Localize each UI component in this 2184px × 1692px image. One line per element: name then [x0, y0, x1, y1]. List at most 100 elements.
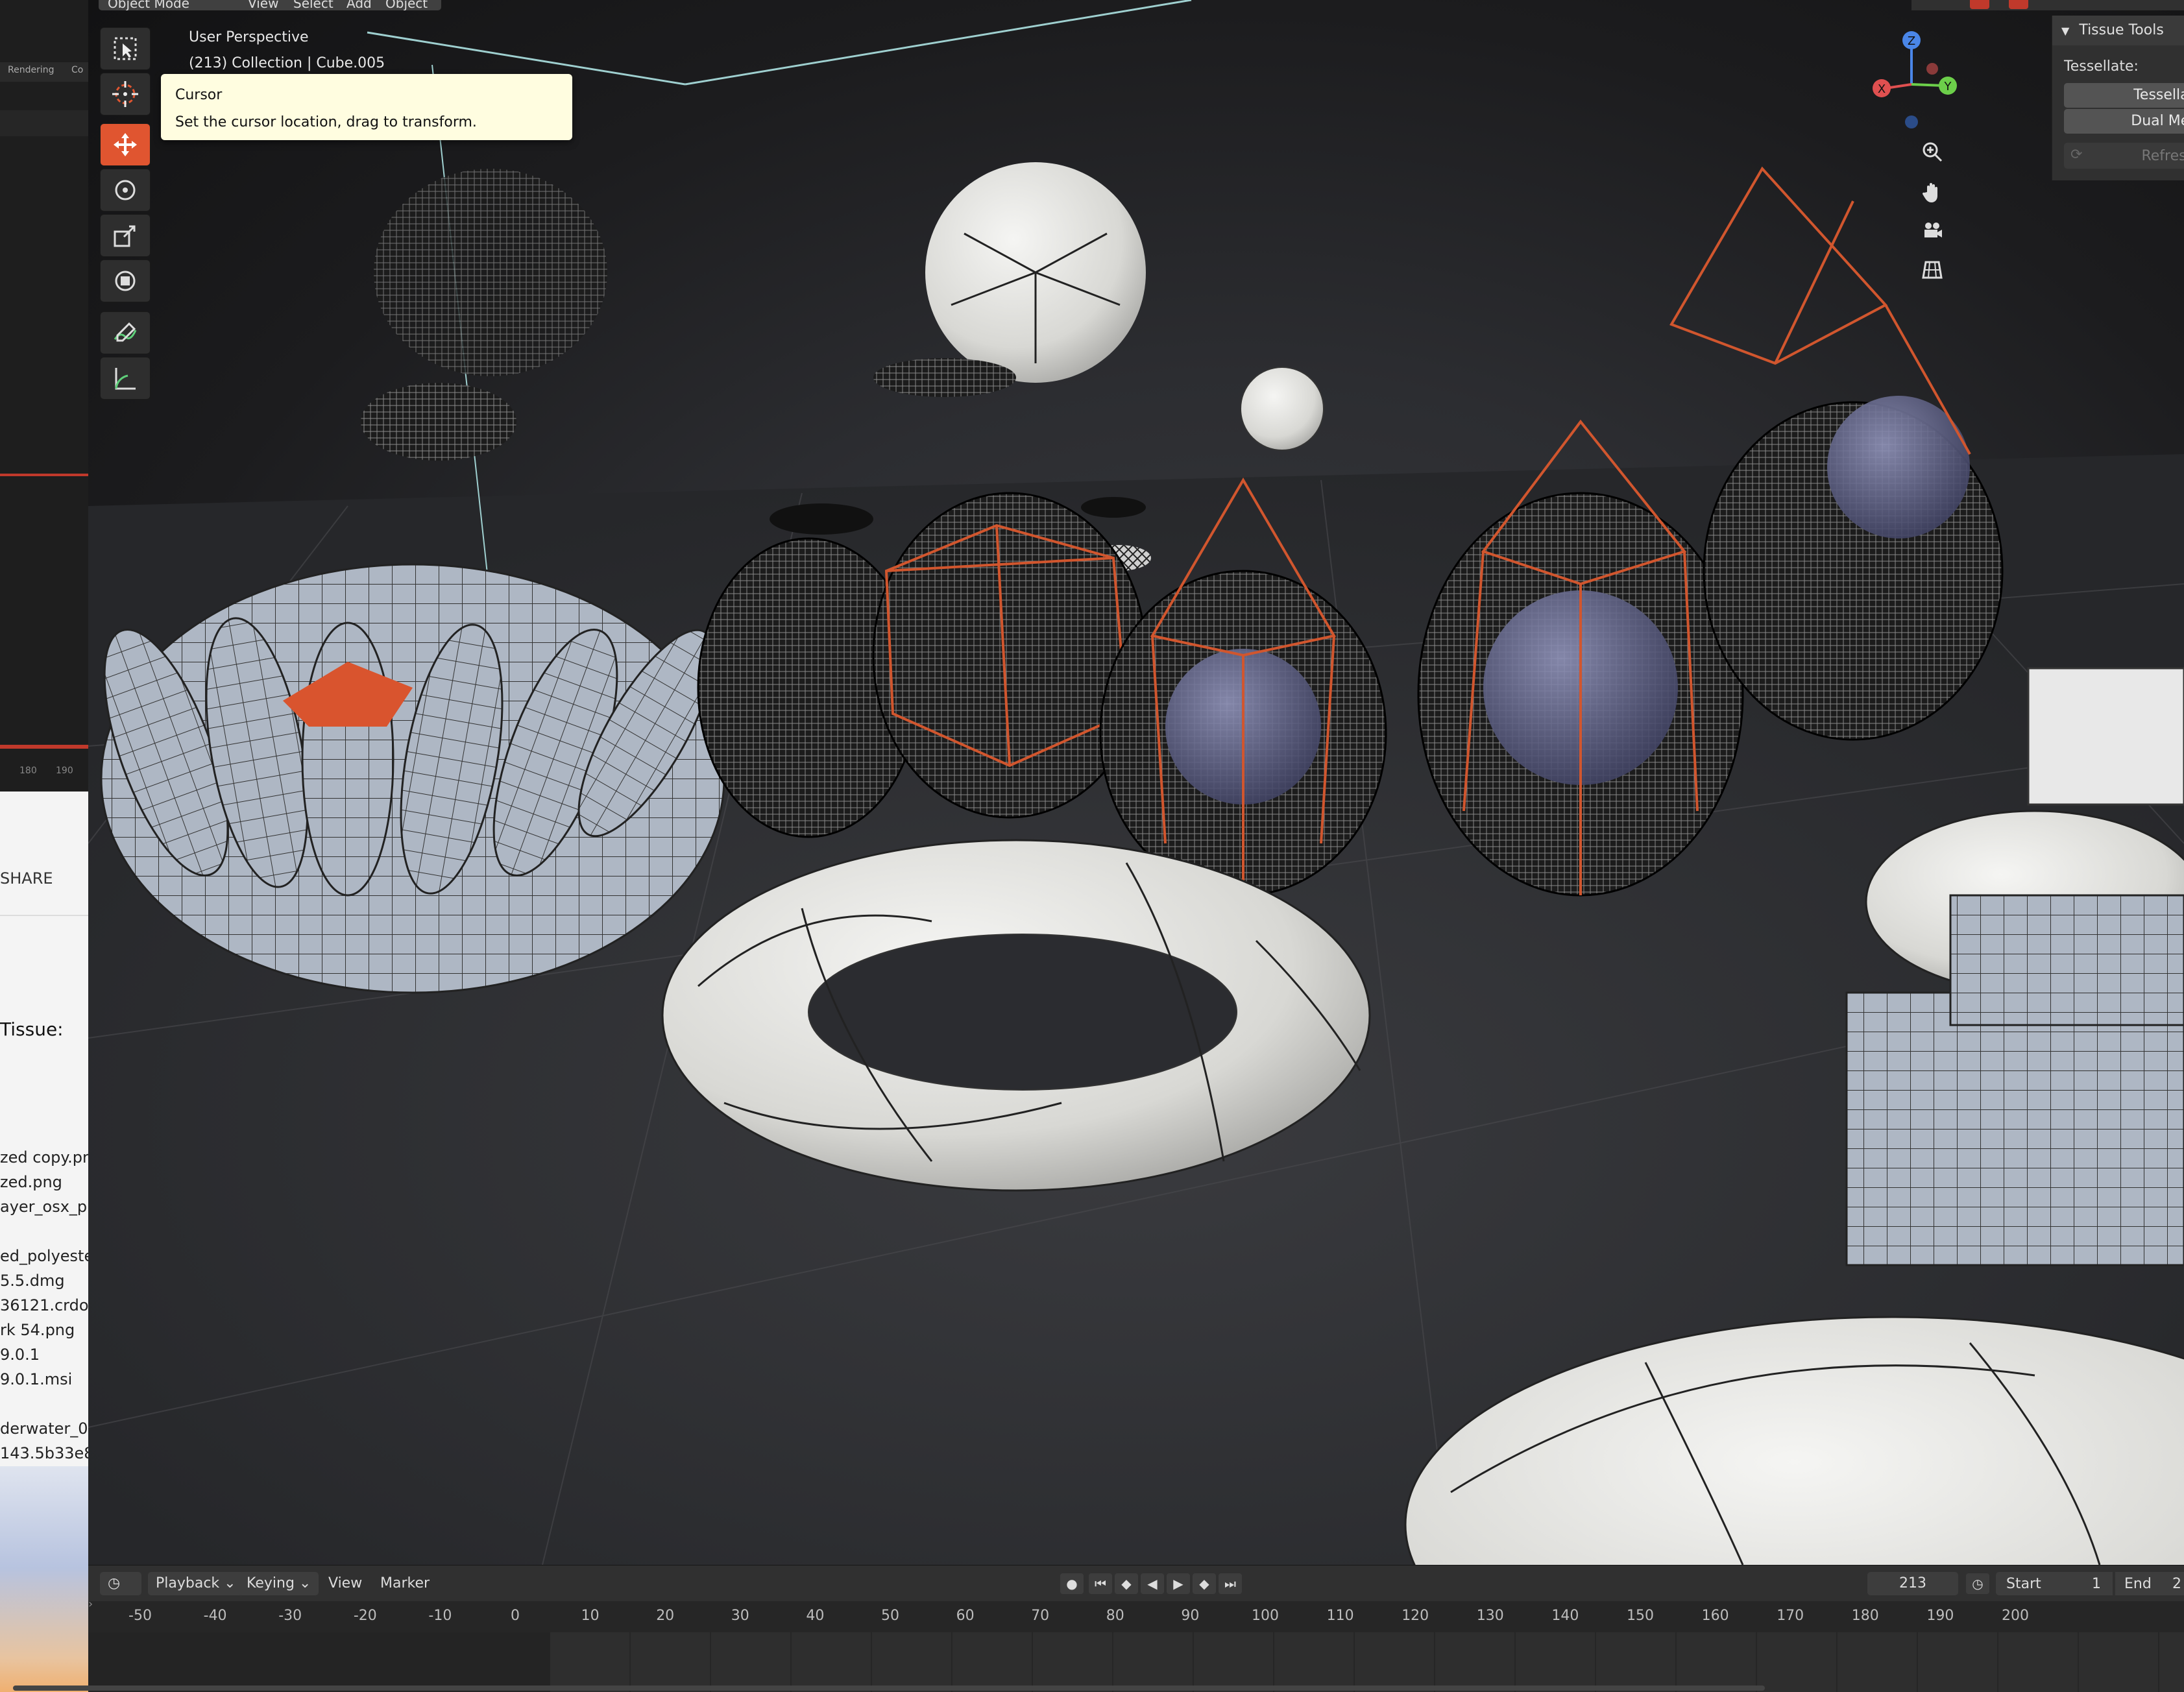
dual-mesh-button[interactable]: Dual Mesh: [2064, 109, 2184, 134]
bg-file-item: zed copy.png: [0, 1148, 88, 1166]
menu-object[interactable]: Object: [376, 0, 441, 10]
bg-ruler-180: 180: [19, 766, 37, 776]
collapse-arrow-icon: ▼: [2061, 25, 2070, 37]
cursor-tooltip: Cursor Set the cursor location, drag to …: [161, 74, 572, 140]
bg-file-item: ayer_osx_pp: [0, 1198, 88, 1216]
jump-end-button[interactable]: ⏭: [1219, 1573, 1242, 1594]
tool-annotate[interactable]: [100, 311, 151, 354]
next-keyframe-button[interactable]: ◆: [1193, 1573, 1216, 1594]
end-label: End: [2124, 1576, 2152, 1592]
keying-menu[interactable]: Keying ⌄: [239, 1572, 319, 1595]
jump-start-icon: ⏮: [1095, 1576, 1106, 1591]
tessellate-button[interactable]: Tessellate: [2064, 83, 2184, 108]
ortho-toggle-button[interactable]: [1915, 253, 1949, 287]
jump-start-button[interactable]: ⏮: [1089, 1573, 1112, 1594]
ruler-tick-label: 70: [1031, 1608, 1050, 1624]
ruler-tick-label: 110: [1326, 1608, 1354, 1624]
zoom-view-button[interactable]: [1915, 135, 1949, 169]
ruler-tick-label: 40: [806, 1608, 825, 1624]
marker-menu[interactable]: Marker: [380, 1572, 430, 1595]
panel-header[interactable]: ▼ Tissue Tools: [2052, 16, 2184, 45]
background-app-window: Rendering Co 180 190 SHARE Tissue: zed c…: [0, 0, 88, 1692]
ruler-tick-label: 60: [956, 1608, 975, 1624]
bg-tab-rendering: Rendering: [8, 65, 55, 75]
bg-file-item: 36121.crdov: [0, 1296, 88, 1314]
refresh-button[interactable]: ⟳ Refresh: [2064, 143, 2184, 169]
ruler-tick-label: 90: [1181, 1608, 1200, 1624]
ruler-tick-label: 200: [2002, 1608, 2029, 1624]
prev-keyframe-icon: ◆: [1121, 1576, 1132, 1591]
ruler-tick-label: -30: [278, 1608, 302, 1624]
ruler-tick-label: 120: [1401, 1608, 1429, 1624]
timeline-body[interactable]: [88, 1632, 2184, 1692]
navigation-gizmo[interactable]: Z X Y: [1847, 26, 1976, 136]
play-reverse-button[interactable]: ◀: [1141, 1573, 1164, 1594]
keying-label: Keying: [247, 1575, 295, 1591]
move-icon: [114, 133, 137, 156]
tool-cursor[interactable]: [100, 73, 151, 115]
play-button[interactable]: ▶: [1167, 1573, 1190, 1594]
collapse-arrow-icon[interactable]: ›: [88, 1597, 95, 1623]
record-button[interactable]: ●: [1060, 1573, 1084, 1594]
current-frame-field[interactable]: 213: [1867, 1572, 1958, 1595]
grid-icon: [1922, 261, 1943, 279]
ruler-tick-label: 30: [731, 1608, 749, 1624]
viewport-info: User Perspective (213) Collection | Cube…: [189, 25, 385, 77]
view-menu[interactable]: View: [328, 1572, 362, 1595]
timeline-header: ◷ Playback ⌄ Keying ⌄ View Marker ● ⏮ ◆ …: [88, 1565, 2184, 1602]
ruler-tick-label: 100: [1252, 1608, 1279, 1624]
pan-view-button[interactable]: [1915, 175, 1949, 209]
camera-view-button[interactable]: [1915, 214, 1949, 248]
tool-measure[interactable]: [100, 357, 151, 400]
header-right-icons[interactable]: [1911, 0, 2184, 10]
playback-menu[interactable]: Playback ⌄: [148, 1572, 244, 1595]
timeline-scrollbar[interactable]: [13, 1686, 1765, 1691]
tool-transform[interactable]: [100, 260, 151, 302]
bg-file-item: zed.png: [0, 1173, 62, 1191]
cursor-icon: [112, 81, 138, 107]
bg-file-item: rk 54.png: [0, 1321, 75, 1339]
ruler-tick-label: 0: [511, 1608, 520, 1624]
ruler-tick-label: 160: [1701, 1608, 1729, 1624]
ruler-tick-label: -50: [128, 1608, 152, 1624]
camera-icon: [1924, 223, 1942, 237]
3d-viewport[interactable]: Object Mode View Select Add Object User …: [88, 0, 2184, 1565]
start-frame-field[interactable]: Start 1: [1996, 1572, 2113, 1595]
view-name: User Perspective: [189, 29, 309, 45]
gizmo-x-label: X: [1878, 82, 1886, 96]
editor-type-dropdown[interactable]: ◷: [100, 1572, 141, 1595]
tool-move[interactable]: [100, 123, 151, 166]
ruler-tick-label: 150: [1627, 1608, 1654, 1624]
tool-rotate[interactable]: [100, 169, 151, 212]
ruler-tick-label: 10: [581, 1608, 600, 1624]
playback-label: Playback: [156, 1575, 220, 1591]
ruler-tick-label: 130: [1476, 1608, 1504, 1624]
mode-dropdown[interactable]: Object Mode: [99, 0, 247, 10]
ruler-tick-label: 140: [1551, 1608, 1579, 1624]
clock-icon: ◷: [108, 1575, 121, 1591]
ruler-tick-label: -10: [428, 1608, 452, 1624]
bg-file-item: derwater_00: [0, 1420, 88, 1438]
frame-ruler[interactable]: -50 -40 -30 -20 -10 0 10 20 30 40 50 60 70 80 90 100 110…: [88, 1601, 2184, 1632]
tissue-tools-panel: ▼ Tissue Tools Tessellate: Tessellate Du…: [2052, 16, 2184, 180]
bg-file-item: 5.5.dmg: [0, 1272, 65, 1290]
gizmo-z-label: Z: [1908, 34, 1915, 48]
measure-icon: [115, 368, 136, 390]
tool-select-box[interactable]: [100, 27, 151, 70]
select-box-icon: [114, 37, 137, 60]
stopwatch-icon: ◷: [1972, 1576, 1984, 1591]
bg-file-item: ed_polyester: [0, 1247, 88, 1265]
zoom-icon: [1923, 142, 1943, 162]
prev-keyframe-button[interactable]: ◆: [1115, 1573, 1138, 1594]
start-label: Start: [2006, 1576, 2041, 1592]
preview-range-toggle[interactable]: ◷: [1966, 1573, 1989, 1594]
transform-icon: [115, 271, 136, 291]
timeline-editor[interactable]: ◷ Playback ⌄ Keying ⌄ View Marker ● ⏮ ◆ …: [88, 1565, 2184, 1692]
end-frame-field[interactable]: End 2: [2115, 1572, 2184, 1595]
play-icon: ▶: [1173, 1576, 1183, 1591]
bg-file-item: 9.0.1.msi: [0, 1370, 73, 1388]
next-keyframe-icon: ◆: [1199, 1576, 1209, 1591]
tool-scale[interactable]: [100, 214, 151, 257]
panel-title: Tissue Tools: [2079, 22, 2164, 38]
bg-tissue-label: Tissue:: [0, 1019, 64, 1040]
